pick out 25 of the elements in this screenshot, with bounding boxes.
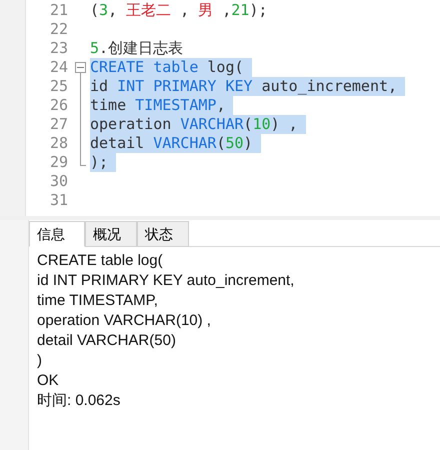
line-number: 29: [48, 153, 69, 172]
output-line: 时间: 0.062s: [37, 391, 122, 411]
line-number: 21: [48, 1, 69, 20]
line-number: 24: [48, 58, 69, 77]
output-line: detail VARCHAR(50): [37, 331, 177, 351]
fold-toggle-icon[interactable]: [74, 62, 86, 73]
output-line: id INT PRIMARY KEY auto_increment,: [37, 271, 296, 291]
line-number: 26: [48, 96, 69, 115]
output-line: ): [37, 351, 43, 371]
line-number: 28: [48, 134, 69, 153]
line-number: 23: [48, 39, 69, 58]
panel-tab[interactable]: 信息: [29, 221, 85, 247]
output-line: OK: [37, 371, 60, 391]
output-line: time TIMESTAMP,: [37, 291, 159, 311]
line-number: 30: [48, 172, 69, 191]
panel-tab[interactable]: 状态: [137, 221, 189, 247]
code-line: (3, 王老二 , 男 ,21);: [90, 1, 268, 20]
output-line: CREATE table log(: [37, 251, 164, 271]
line-number: 25: [48, 77, 69, 96]
line-number: 27: [48, 115, 69, 134]
line-number: 31: [48, 191, 69, 210]
code-line: 5.创建日志表: [90, 39, 184, 58]
output-line: operation VARCHAR(10) ,: [37, 311, 212, 331]
panel-tab[interactable]: 概况: [85, 221, 137, 247]
line-number: 22: [48, 20, 69, 39]
